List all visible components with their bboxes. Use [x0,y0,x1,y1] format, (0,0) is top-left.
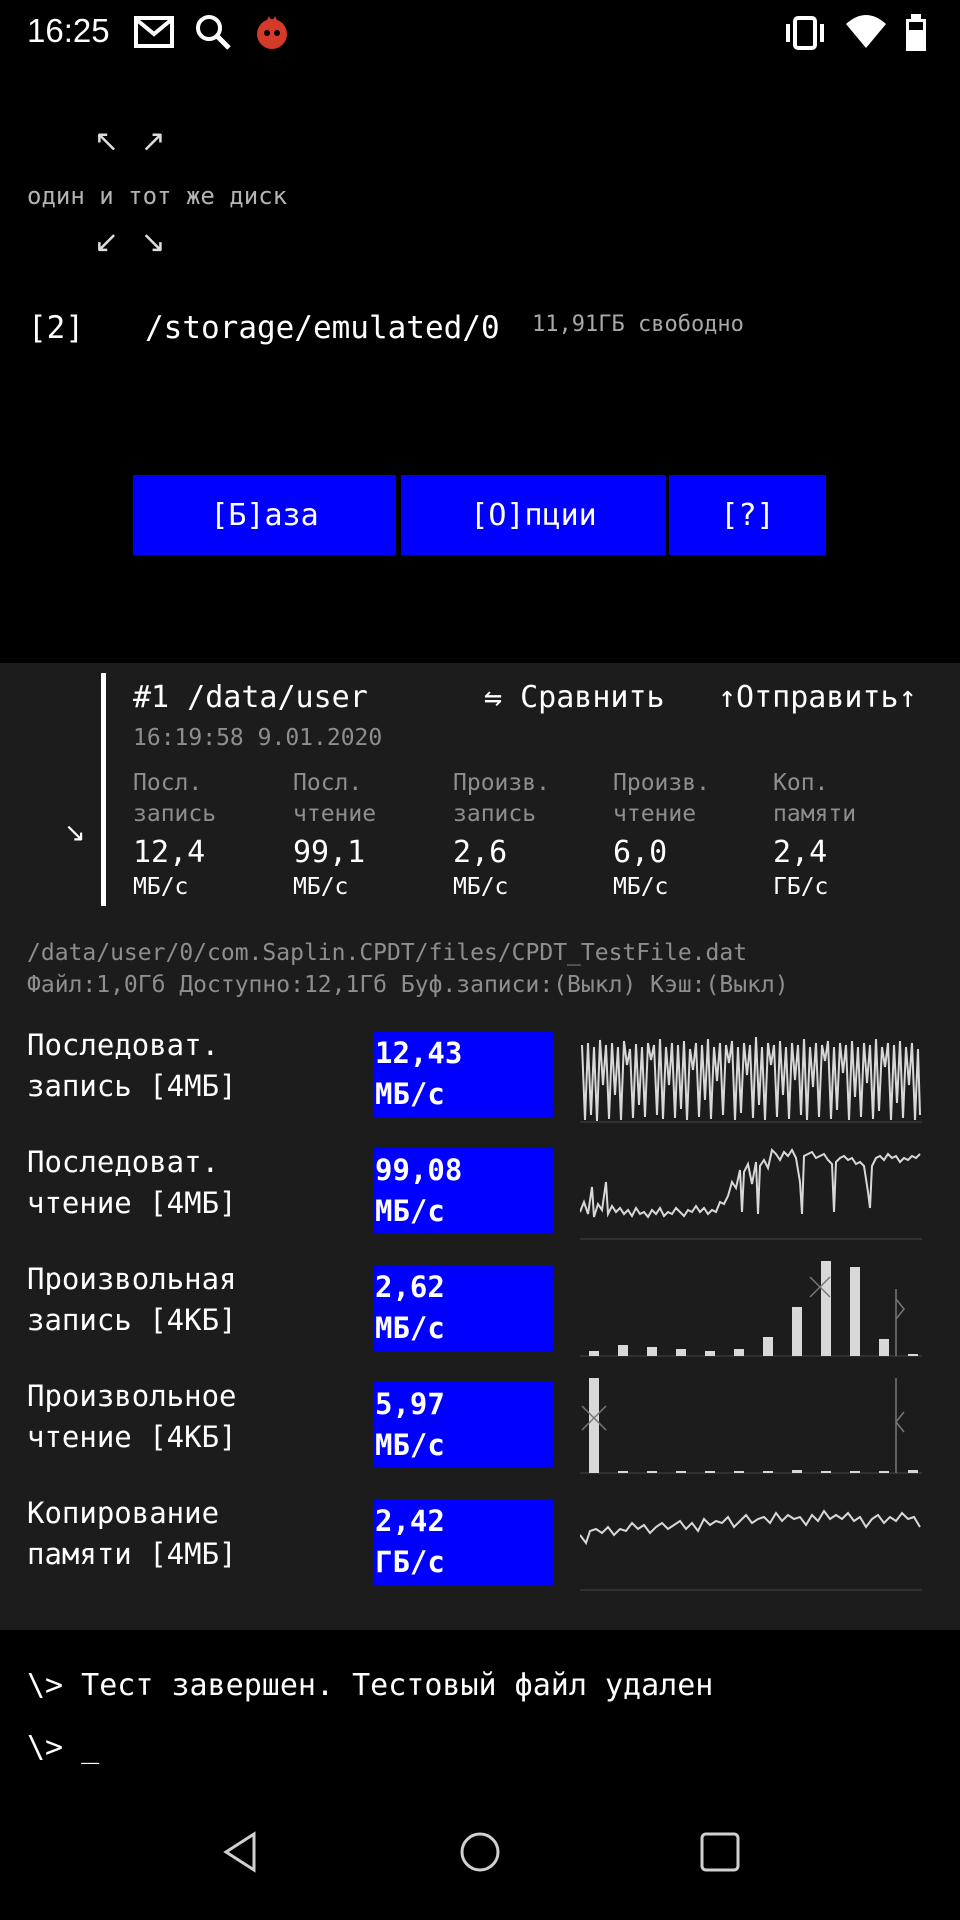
send-button[interactable]: ↑Отправить↑ [718,680,917,715]
metric-seq-write: Посл. запись 12,4 МБ/с [133,768,283,902]
help-button[interactable]: [?] [669,475,826,555]
test-label-seq-read: Последоват. чтение [4МБ] [27,1145,237,1220]
back-icon[interactable] [218,1830,262,1874]
metric-mem-copy: Коп. памяти 2,4 ГБ/с [773,768,923,902]
test-unit: МБ/с [375,1077,445,1111]
metric-rand-write: Произв. запись 2,6 МБ/с [453,768,603,902]
metric-unit: ГБ/с [773,874,829,900]
test-value: 5,97 [375,1387,445,1421]
test-file-path: /data/user/0/com.Saplin.CPDT/files/CPDT_… [27,940,748,966]
test-label-rand-read: Произвольное чтение [4КБ] [27,1379,237,1454]
vibrate-icon [786,16,824,50]
console-prompt[interactable]: \> _ [27,1730,99,1765]
collapse-arrow-icon[interactable]: ↘ [64,818,86,848]
rand-write-graph [580,1261,922,1357]
metric-value: 6,0 [613,835,668,870]
gmail-icon [134,16,174,48]
test-unit: МБ/с [375,1311,445,1345]
rand-read-graph [580,1378,922,1474]
seq-read-graph [580,1148,922,1240]
metric-unit: МБ/с [613,874,669,900]
metric-unit: МБ/с [133,874,189,900]
test-value-rand-read: 5,97 МБ/с [373,1382,554,1468]
recents-icon[interactable] [698,1830,742,1874]
metric-value: 2,4 [773,835,828,870]
test-value-rand-write: 2,62 МБ/с [373,1265,554,1351]
metric-unit: МБ/с [293,874,349,900]
test-unit: МБ/с [375,1428,445,1462]
result-title: #1 /data/user [133,680,368,715]
status-time: 16:25 [27,12,110,49]
arrows-down-icon: ↙ ↘ [94,225,172,260]
result-date: 16:19:58 9.01.2020 [133,725,383,751]
base-button[interactable]: [Б]аза [133,475,396,555]
test-value: 2,42 [375,1504,445,1538]
metric-label: Посл. запись [133,770,217,827]
test-value: 99,08 [375,1153,463,1187]
test-file-info: Файл:1,0Гб Доступно:12,1Гб Буф.записи:(В… [27,972,789,998]
arrows-up-icon: ↖ ↗ [94,124,172,159]
test-value: 12,43 [375,1036,463,1070]
compare-button[interactable]: ⇋ Сравнить [484,680,665,715]
status-bar: 16:25 [0,0,960,64]
metric-label: Произв. запись [453,770,550,827]
test-unit: МБ/с [375,1194,445,1228]
test-value: 2,62 [375,1270,445,1304]
metric-value: 99,1 [293,835,366,870]
wifi-icon [846,15,886,48]
options-button[interactable]: [О]пции [401,475,666,555]
result-marker [101,673,106,906]
seq-write-graph [580,1036,922,1123]
same-disk-label: один и тот же диск [27,182,288,210]
metric-value: 12,4 [133,835,206,870]
app-badge-icon [257,16,287,49]
metric-label: Произв. чтение [613,770,710,827]
metric-value: 2,6 [453,835,508,870]
home-icon[interactable] [458,1830,502,1874]
metric-label: Посл. чтение [293,770,377,827]
disk-free-space: 11,91ГБ свободно [532,312,744,337]
test-value-mem-copy: 2,42 ГБ/с [373,1499,554,1585]
metric-rand-read: Произв. чтение 6,0 МБ/с [613,768,763,902]
test-label-rand-write: Произвольная запись [4КБ] [27,1262,237,1337]
test-value-seq-write: 12,43 МБ/с [373,1031,554,1117]
disk-index[interactable]: [2] [28,310,84,346]
search-icon [196,15,231,50]
mem-copy-graph [580,1509,922,1591]
metric-seq-read: Посл. чтение 99,1 МБ/с [293,768,443,902]
battery-icon [906,14,926,51]
metric-label: Коп. памяти [773,770,857,827]
test-value-seq-read: 99,08 МБ/с [373,1148,554,1234]
test-label-seq-write: Последоват. запись [4МБ] [27,1028,237,1103]
metric-unit: МБ/с [453,874,509,900]
console-message: \> Тест завершен. Тестовый файл удален [27,1668,714,1703]
test-unit: ГБ/с [375,1545,445,1579]
test-label-mem-copy: Копирование памяти [4МБ] [27,1496,237,1571]
disk-path[interactable]: /storage/emulated/0 [145,310,500,346]
